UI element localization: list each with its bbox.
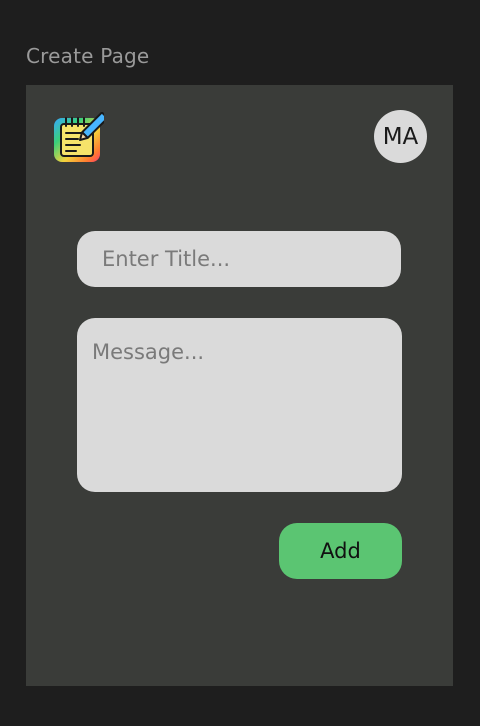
create-page-frame: MA Add	[26, 85, 453, 686]
message-input[interactable]	[77, 318, 402, 492]
add-button[interactable]: Add	[279, 523, 402, 579]
notepad-pencil-icon	[52, 111, 109, 164]
avatar[interactable]: MA	[374, 110, 427, 163]
frame-title: Create Page	[26, 44, 150, 68]
title-input[interactable]	[77, 231, 401, 287]
